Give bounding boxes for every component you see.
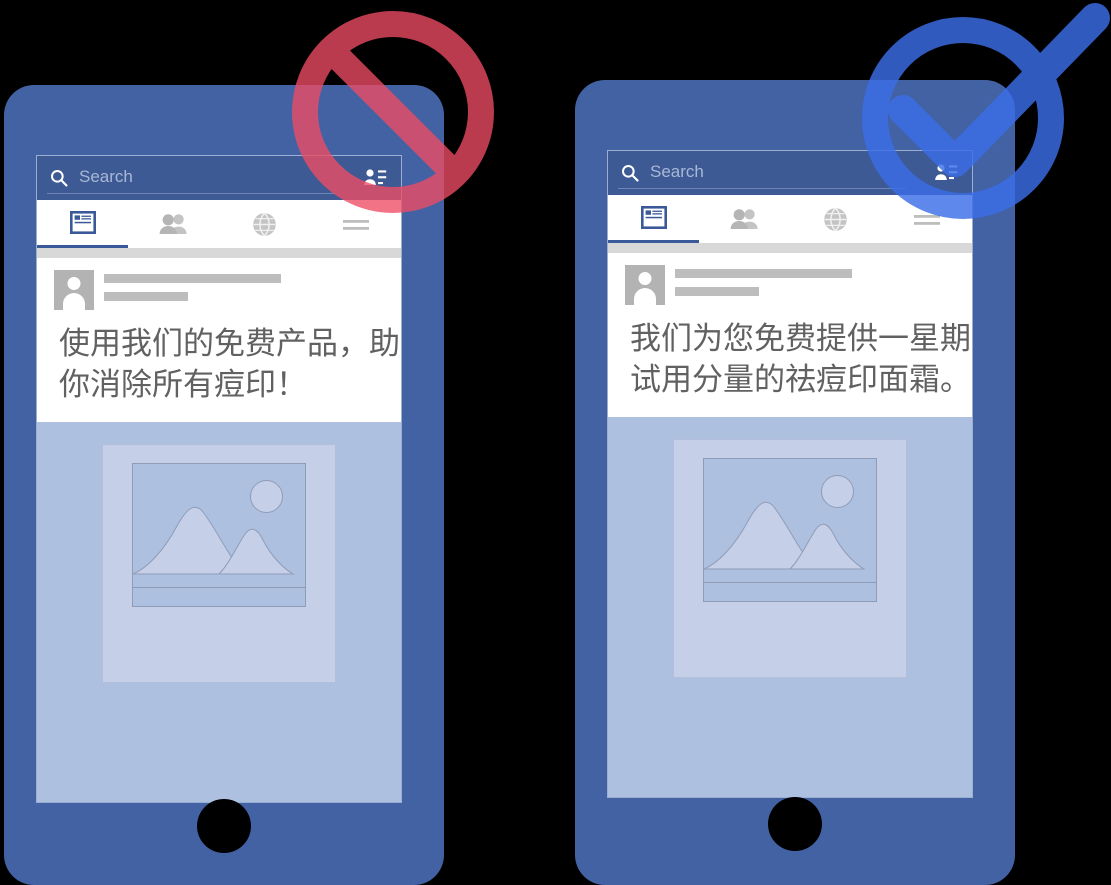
tab-newsfeed[interactable] — [37, 200, 128, 248]
post-header — [37, 258, 401, 310]
search-icon — [50, 169, 68, 187]
hamburger-menu-icon — [342, 220, 369, 230]
phone-screen-bad-example: Search 使用我们的免费产品，助你消除所有痘印！ — [36, 155, 402, 803]
comparison-stage: Search 使用我们的免费产品，助你消除所有痘印！ Search 我们为您免费… — [0, 0, 1111, 885]
image-placeholder-icon — [102, 444, 336, 684]
avatar-head — [67, 277, 81, 290]
tab-friends[interactable] — [128, 200, 219, 248]
post-image-area — [608, 417, 972, 679]
checkmark-sign-icon — [857, 2, 1111, 224]
placeholder-bar-wrap — [703, 582, 877, 608]
avatar-placeholder — [54, 270, 94, 310]
nav-divider — [37, 248, 401, 258]
author-placeholder-bars — [104, 270, 281, 301]
friends-icon — [730, 209, 758, 229]
post-text: 我们为您免费提供一星期试用分量的祛痘印面霜。 — [630, 321, 971, 399]
avatar-body — [63, 293, 85, 310]
avatar-placeholder — [625, 265, 665, 305]
image-placeholder-frame — [703, 458, 877, 587]
home-button[interactable] — [768, 797, 822, 851]
placeholder-bar-wrap — [132, 587, 306, 613]
tab-friends[interactable] — [699, 195, 790, 243]
prohibition-sign-icon — [289, 8, 497, 216]
search-icon — [621, 164, 639, 182]
placeholder-mountains — [133, 507, 295, 575]
post-meta-bar — [104, 292, 188, 301]
newsfeed-icon — [640, 205, 667, 229]
post-card: 使用我们的免费产品，助你消除所有痘印！ — [37, 258, 401, 423]
post-image-area — [37, 422, 401, 684]
globe-icon — [253, 212, 276, 236]
post-meta-bar — [675, 287, 759, 296]
author-name-bar — [104, 274, 281, 283]
placeholder-bar — [132, 587, 306, 608]
placeholder-mountains — [704, 502, 866, 570]
tab-newsfeed[interactable] — [608, 195, 699, 243]
search-placeholder: Search — [79, 167, 133, 186]
avatar-head — [638, 272, 652, 285]
newsfeed-icon — [69, 210, 96, 234]
post-header — [608, 253, 972, 305]
globe-icon — [824, 207, 847, 231]
image-placeholder-icon — [673, 439, 907, 679]
placeholder-bar — [703, 582, 877, 603]
home-button[interactable] — [197, 799, 251, 853]
phone-screen-good-example: Search 我们为您免费提供一星期试用分量的祛痘印面霜。 — [607, 150, 973, 798]
image-placeholder-frame — [132, 463, 306, 592]
author-placeholder-bars — [675, 265, 852, 296]
nav-divider — [608, 243, 972, 253]
post-card: 我们为您免费提供一星期试用分量的祛痘印面霜。 — [608, 253, 972, 418]
post-text: 使用我们的免费产品，助你消除所有痘印！ — [59, 326, 400, 404]
friends-icon — [159, 214, 187, 234]
author-name-bar — [675, 269, 852, 278]
search-placeholder: Search — [650, 162, 704, 181]
avatar-body — [634, 288, 656, 305]
